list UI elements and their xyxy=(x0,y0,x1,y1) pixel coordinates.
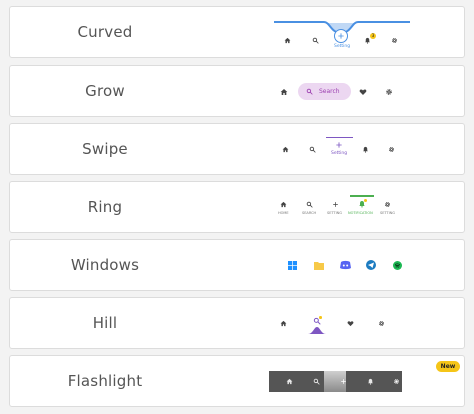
bell-icon[interactable] xyxy=(362,146,369,153)
active-ring-indicator xyxy=(350,195,374,197)
flashlight-nav-demo xyxy=(260,356,430,406)
home-icon[interactable] xyxy=(280,320,287,327)
grow-nav-demo: Search xyxy=(260,66,430,116)
search-label: Search xyxy=(319,88,340,95)
card-title: Curved xyxy=(77,23,133,41)
card-grow: Grow Search xyxy=(9,65,465,117)
search-icon[interactable] xyxy=(309,146,316,153)
home-icon[interactable] xyxy=(282,146,289,153)
home-icon[interactable] xyxy=(286,378,293,385)
ring-label-search: SEARCH xyxy=(302,211,317,215)
spotify-icon[interactable] xyxy=(393,261,402,270)
ring-nav-demo: HOME SEARCH SETTING NOTIFICATION SETTING xyxy=(260,182,430,232)
home-icon[interactable] xyxy=(280,88,288,96)
card-title: Flashlight xyxy=(67,372,143,390)
gear-icon[interactable] xyxy=(384,201,391,208)
active-label: Setting xyxy=(334,44,351,49)
card-title: Swipe xyxy=(82,140,128,158)
search-icon[interactable] xyxy=(312,37,319,44)
new-badge: New xyxy=(436,361,460,372)
gear-icon[interactable] xyxy=(378,320,385,327)
windows-logo-icon[interactable] xyxy=(288,261,297,270)
gear-icon[interactable] xyxy=(393,378,400,385)
card-title: Ring xyxy=(87,198,123,216)
gear-icon[interactable] xyxy=(391,37,398,44)
ring-label-setting-2: SETTING xyxy=(380,211,396,215)
gear-icon[interactable] xyxy=(385,88,393,96)
card-ring: Ring HOME SEARCH SETTING NOTIFICATION SE… xyxy=(9,181,465,233)
card-windows: Windows xyxy=(9,239,465,291)
swipe-nav-demo: Setting xyxy=(260,124,430,174)
active-indicator-line xyxy=(326,137,353,138)
home-icon[interactable] xyxy=(284,37,291,44)
folder-icon[interactable] xyxy=(314,261,324,270)
search-icon xyxy=(306,88,313,95)
card-title: Hill xyxy=(92,314,118,332)
notification-dot xyxy=(364,199,367,202)
home-icon[interactable] xyxy=(280,201,287,208)
ring-label-notification: NOTIFICATION xyxy=(348,211,373,215)
windows-taskbar-demo xyxy=(260,240,430,290)
active-label: Setting xyxy=(331,151,348,156)
hill-nav-demo xyxy=(260,298,430,348)
heart-icon[interactable] xyxy=(347,320,354,327)
card-hill: Hill xyxy=(9,297,465,349)
plus-icon[interactable] xyxy=(332,201,339,208)
card-title: Grow xyxy=(85,82,125,100)
notification-badge-count: 3 xyxy=(371,33,375,38)
search-icon[interactable] xyxy=(306,201,313,208)
plus-icon[interactable] xyxy=(335,141,343,149)
ring-label-setting: SETTING xyxy=(327,211,343,215)
ring-label-home: HOME xyxy=(278,211,289,215)
plus-icon xyxy=(337,32,345,40)
curved-nav-demo: Setting 3 xyxy=(260,7,430,57)
gear-icon[interactable] xyxy=(388,146,395,153)
heart-icon[interactable] xyxy=(359,88,367,96)
discord-icon[interactable] xyxy=(340,260,351,270)
notification-badge: 3 xyxy=(370,33,376,39)
search-icon[interactable] xyxy=(313,378,320,385)
bell-icon[interactable] xyxy=(367,378,374,385)
card-curved: Curved Setting 3 xyxy=(9,6,465,58)
notification-dot xyxy=(319,316,322,319)
card-swipe: Swipe Setting xyxy=(9,123,465,175)
hill-indicator-shape xyxy=(308,327,326,334)
card-flashlight: Flashlight xyxy=(9,355,465,407)
plus-icon[interactable] xyxy=(340,378,347,385)
card-title: Windows xyxy=(70,256,140,274)
telegram-icon[interactable] xyxy=(366,260,376,270)
